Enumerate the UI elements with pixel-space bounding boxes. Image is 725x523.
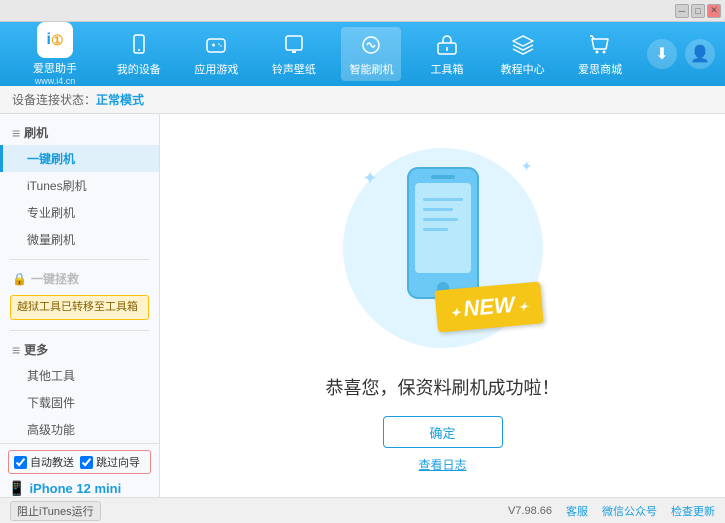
skip-wizard-checkbox[interactable]: 跳过向导	[80, 454, 140, 470]
toolbox-icon	[433, 31, 461, 59]
more-section-icon: ≡	[12, 342, 20, 358]
sparkle-top-right-icon: ✦	[521, 158, 533, 175]
minimize-button[interactable]: ─	[675, 4, 689, 18]
tutorial-icon	[509, 31, 537, 59]
user-button[interactable]: 👤	[685, 39, 715, 69]
query-log-link[interactable]: 查看日志	[418, 456, 466, 473]
success-message: 恭喜您，保资料刷机成功啦！	[326, 374, 560, 400]
close-button[interactable]: ✕	[707, 4, 721, 18]
sidebar-item-advanced[interactable]: 高级功能	[0, 416, 159, 443]
status-bar: 设备连接状态： 正常模式	[0, 86, 725, 114]
ringtone-icon	[280, 31, 308, 59]
maximize-button[interactable]: □	[691, 4, 705, 18]
app-game-icon	[202, 31, 230, 59]
more-section-title: 更多	[24, 341, 48, 358]
nav-smart-flash[interactable]: 智能刷机	[341, 27, 401, 81]
bottom-left: 阻止iTunes运行	[10, 501, 101, 521]
logo-area: i① 爱思助手 www.i4.cn	[10, 22, 100, 86]
smart-flash-icon	[357, 31, 385, 59]
new-badge: NEW	[435, 281, 544, 332]
sidebar-item-download-firmware[interactable]: 下载固件	[0, 389, 159, 416]
header-right: ⬇ 👤	[647, 39, 715, 69]
nav-app-game-label: 应用游戏	[194, 61, 238, 77]
sidebar-divider-1	[10, 259, 149, 260]
check-update-link[interactable]: 检查更新	[671, 503, 715, 519]
device-name-text: iPhone 12 mini	[29, 481, 121, 496]
sidebar-section-flash: ≡ 刷机	[0, 120, 159, 145]
nav-shop-label: 爱思商城	[578, 61, 622, 77]
sidebar-item-other-tools[interactable]: 其他工具	[0, 362, 159, 389]
device-name: 📱 iPhone 12 mini	[8, 480, 151, 497]
confirm-button[interactable]: 确定	[383, 416, 503, 448]
nav-tutorial[interactable]: 教程中心	[493, 27, 553, 81]
phone-icon: 📱	[8, 480, 25, 497]
status-value: 正常模式	[96, 91, 144, 108]
my-device-icon	[125, 31, 153, 59]
nav-shop[interactable]: 爱思商城	[570, 27, 630, 81]
skip-wizard-input[interactable]	[80, 456, 93, 469]
nav-toolbox-label: 工具箱	[431, 61, 464, 77]
title-bar: ─ □ ✕	[0, 0, 725, 22]
sidebar-section-more: ≡ 更多	[0, 337, 159, 362]
nav-my-device[interactable]: 我的设备	[109, 27, 169, 81]
sidebar: ≡ 刷机 一键刷机 iTunes刷机 专业刷机 微量刷机 🔒 一键拯救 越狱工具…	[0, 114, 160, 497]
shop-icon	[586, 31, 614, 59]
customer-service-link[interactable]: 客服	[566, 503, 588, 519]
nav-ringtone[interactable]: 铃声壁纸	[264, 27, 324, 81]
main-layout: ≡ 刷机 一键刷机 iTunes刷机 专业刷机 微量刷机 🔒 一键拯救 越狱工具…	[0, 114, 725, 497]
version-text: V7.98.66	[508, 505, 552, 517]
nav-my-device-label: 我的设备	[117, 61, 161, 77]
logo-name: 爱思助手	[33, 60, 77, 76]
wechat-official-link[interactable]: 微信公众号	[602, 503, 657, 519]
bottom-bar: 阻止iTunes运行 V7.98.66 客服 微信公众号 检查更新	[0, 497, 725, 523]
rescue-section-title: 一键拯救	[31, 270, 79, 287]
nav-smart-flash-label: 智能刷机	[349, 61, 393, 77]
logo-url: www.i4.cn	[35, 76, 76, 86]
download-button[interactable]: ⬇	[647, 39, 677, 69]
illustration: ✦ ✦ NEW	[333, 138, 553, 358]
nav-app-game[interactable]: 应用游戏	[186, 27, 246, 81]
header: i① 爱思助手 www.i4.cn 我的设备 应用游戏 铃声壁纸	[0, 22, 725, 86]
status-prefix: 设备连接状态：	[12, 91, 96, 108]
flash-section-icon: ≡	[12, 125, 20, 141]
sidebar-item-itunes-flash[interactable]: iTunes刷机	[0, 172, 159, 199]
nav-items: 我的设备 应用游戏 铃声壁纸 智能刷机 工具箱	[100, 27, 639, 81]
sidebar-divider-2	[10, 330, 149, 331]
rescue-lock-icon: 🔒	[12, 272, 27, 286]
sidebar-section-rescue: 🔒 一键拯救	[0, 266, 159, 291]
logo-icon: i①	[37, 22, 73, 58]
bottom-right: V7.98.66 客服 微信公众号 检查更新	[508, 503, 715, 519]
nav-tutorial-label: 教程中心	[501, 61, 545, 77]
sidebar-notice: 越狱工具已转移至工具箱	[10, 295, 149, 320]
sidebar-item-pro-flash[interactable]: 专业刷机	[0, 199, 159, 226]
nav-ringtone-label: 铃声壁纸	[272, 61, 316, 77]
skip-wizard-label: 跳过向导	[96, 454, 140, 470]
sidebar-item-save-flash[interactable]: 微量刷机	[0, 226, 159, 253]
auto-jump-checkbox[interactable]: 自动教送	[14, 454, 74, 470]
auto-jump-input[interactable]	[14, 456, 27, 469]
auto-jump-label: 自动教送	[30, 454, 74, 470]
flash-section-title: 刷机	[24, 124, 48, 141]
content-area: ✦ ✦ NEW 恭喜您，保资料刷机成功啦！	[160, 114, 725, 497]
itunes-block-button[interactable]: 阻止iTunes运行	[10, 501, 101, 521]
sidebar-item-one-click-flash[interactable]: 一键刷机	[0, 145, 159, 172]
nav-toolbox[interactable]: 工具箱	[419, 27, 475, 81]
window-controls[interactable]: ─ □ ✕	[675, 4, 721, 18]
sparkle-top-left-icon: ✦	[363, 168, 378, 189]
